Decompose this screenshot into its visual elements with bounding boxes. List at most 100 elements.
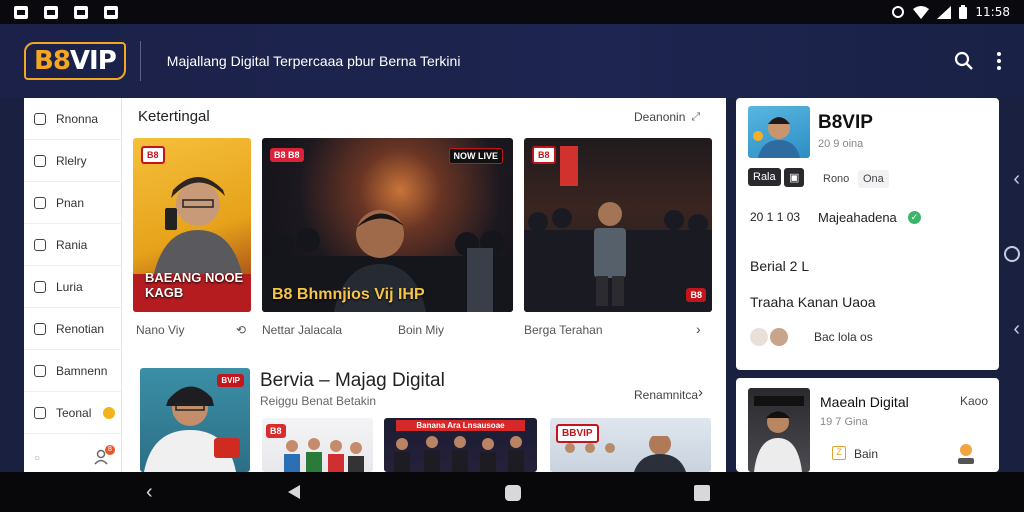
card-caption[interactable]: Berga Terahan	[524, 323, 603, 337]
notification-badge: 8	[105, 445, 115, 455]
section-title: Bervia – Majag Digital	[260, 370, 445, 391]
chevron-right-icon[interactable]: ›	[696, 321, 701, 337]
billboard	[560, 146, 578, 186]
sidebar-item-7[interactable]: Bamnenn	[24, 350, 121, 392]
card-caption[interactable]: Nettar Jalacala	[262, 323, 342, 337]
sidebar-item-3[interactable]: Pnan	[24, 182, 121, 224]
sidebar-item-6[interactable]: Renotian	[24, 308, 121, 350]
expand-icon: ⤢	[691, 110, 701, 123]
sidebar-item-8[interactable]: Teonal	[24, 392, 121, 434]
app-logo[interactable]: B8VIP	[24, 42, 126, 80]
folder-icon	[34, 364, 46, 377]
sidebar-item-4[interactable]: Rania	[24, 224, 121, 266]
card-title: Maealn Digital	[820, 394, 909, 410]
group-image	[394, 436, 524, 472]
group-image	[565, 436, 686, 472]
sidebar-item-2[interactable]: Rlelry	[24, 140, 121, 182]
card-action[interactable]: Bain	[854, 447, 878, 461]
corner-badge: B8	[686, 288, 706, 302]
alarm-icon	[892, 6, 905, 18]
battery-icon	[959, 5, 968, 19]
divider	[139, 41, 141, 81]
main-content: Ketertingal Deanonin ⤢ B8 BAEANG NOOE KA…	[122, 98, 726, 472]
feature-card[interactable]: BVIP	[140, 368, 250, 472]
news-card-small[interactable]: Banana Ara Lnsausoae	[384, 418, 537, 472]
photo-chip-icon[interactable]: ▣	[784, 168, 805, 187]
brand-badge: B8 B8	[270, 148, 304, 162]
person-image	[153, 177, 243, 278]
user-group-icon[interactable]: 8	[93, 445, 115, 468]
group-image	[284, 438, 364, 472]
search-icon[interactable]	[954, 51, 974, 71]
card-caption[interactable]: Boin Miy	[398, 323, 444, 337]
news-card-small[interactable]: B8	[262, 418, 373, 472]
profile-chip[interactable]: Rala	[748, 168, 781, 186]
news-card-video[interactable]: B8 B8 NOW LIVE B8 Bhmnjios Vij IHP	[262, 138, 513, 312]
see-more-link[interactable]: Renamnitca	[634, 388, 698, 402]
card-banner: Banana Ara Lnsausoae	[396, 420, 525, 431]
profile-chip[interactable]: Ona	[858, 170, 889, 188]
sidebar: Rnonna Rlelry Pnan Rania Luria Renotian …	[24, 98, 122, 472]
sidebar-item-5[interactable]: Luria	[24, 266, 121, 308]
profile-panel: B8VIP 20 9 oina Rala ▣ Rono Ona 20 1 1 0…	[736, 98, 999, 370]
profile-avatar[interactable]	[748, 106, 810, 158]
doc-icon	[34, 154, 46, 167]
news-card[interactable]: B8 BAEANG NOOE KAGB	[133, 138, 251, 312]
users-icon	[34, 238, 46, 251]
list-icon	[34, 322, 46, 335]
back-icon[interactable]	[286, 484, 302, 500]
back-small-icon[interactable]: ‹	[146, 481, 153, 504]
section-see-all[interactable]: Deanonin ⤢	[634, 110, 700, 124]
section-header: Ketertingal	[138, 108, 210, 125]
notification-icon	[44, 5, 58, 19]
notification-icon	[14, 5, 28, 19]
more-vert-icon[interactable]	[996, 51, 1002, 71]
recents-icon[interactable]	[694, 485, 710, 501]
edit-icon[interactable]: Z	[832, 446, 846, 460]
card-overlay-title: B8 Bhmnjios Vij IHP	[272, 286, 425, 303]
verified-icon: ✓	[908, 211, 921, 224]
sidebar-item-label: Bamnenn	[56, 363, 108, 378]
sun-icon[interactable]: ○	[34, 453, 40, 464]
crowd-image	[524, 202, 712, 312]
home-icon[interactable]	[505, 485, 521, 501]
share-icon[interactable]: ⟲	[236, 323, 246, 337]
signal-icon	[937, 5, 952, 19]
brand-badge: B8	[532, 146, 556, 164]
card-overlay-title: BAEANG NOOE KAGB	[145, 270, 244, 300]
coin-base	[958, 458, 974, 464]
live-badge: NOW LIVE	[448, 148, 503, 164]
section-title: Ketertingal	[138, 108, 210, 125]
see-all-link[interactable]: Deanonin	[634, 110, 685, 124]
profile-stats: 20 1 1 03	[750, 210, 801, 224]
sidebar-item-label: Luria	[56, 279, 83, 294]
card-tag: Kaoo	[960, 394, 989, 408]
clock: 11:58	[975, 5, 1010, 19]
coin-icon	[960, 444, 972, 456]
section-subtitle: Reiggu Benat Betakin	[260, 394, 377, 408]
status-dot	[103, 406, 116, 419]
sidebar-item-label: Pnan	[56, 195, 85, 210]
profile-section-label: Berial 2 L	[750, 258, 810, 274]
chevron-right-icon[interactable]: ›	[698, 384, 703, 401]
system-nav-bar: ‹	[0, 472, 1024, 512]
chevron-left-icon[interactable]: ‹	[1013, 318, 1020, 341]
avatar	[750, 328, 768, 346]
bookmark-icon	[34, 280, 46, 293]
sidebar-item-label: Rlelry	[56, 153, 87, 168]
card-caption[interactable]: Nano Viy	[136, 323, 184, 337]
video-card-panel[interactable]: Maealn Digital Kaoo 19 7 Gina Z Bain	[736, 378, 999, 472]
chevron-left-icon[interactable]: ‹	[1013, 168, 1020, 191]
profile-footer-label: Bac lola os	[814, 330, 873, 344]
news-card[interactable]: B8 B8	[524, 138, 712, 312]
sidebar-item-label: Rnonna	[56, 111, 99, 126]
notification-icon	[74, 5, 88, 19]
card-thumbnail	[748, 388, 810, 472]
news-card-small[interactable]: BBVIP	[550, 418, 711, 472]
brand-badge: BVIP	[217, 374, 244, 387]
home-circle-icon[interactable]	[1004, 246, 1020, 262]
brand-badge: B8	[141, 146, 165, 164]
profile-chip[interactable]: Rono	[818, 170, 855, 188]
sidebar-item-home[interactable]: Rnonna	[24, 98, 121, 140]
profile-section-sub[interactable]: Traaha Kanan Uaoa	[750, 294, 876, 310]
